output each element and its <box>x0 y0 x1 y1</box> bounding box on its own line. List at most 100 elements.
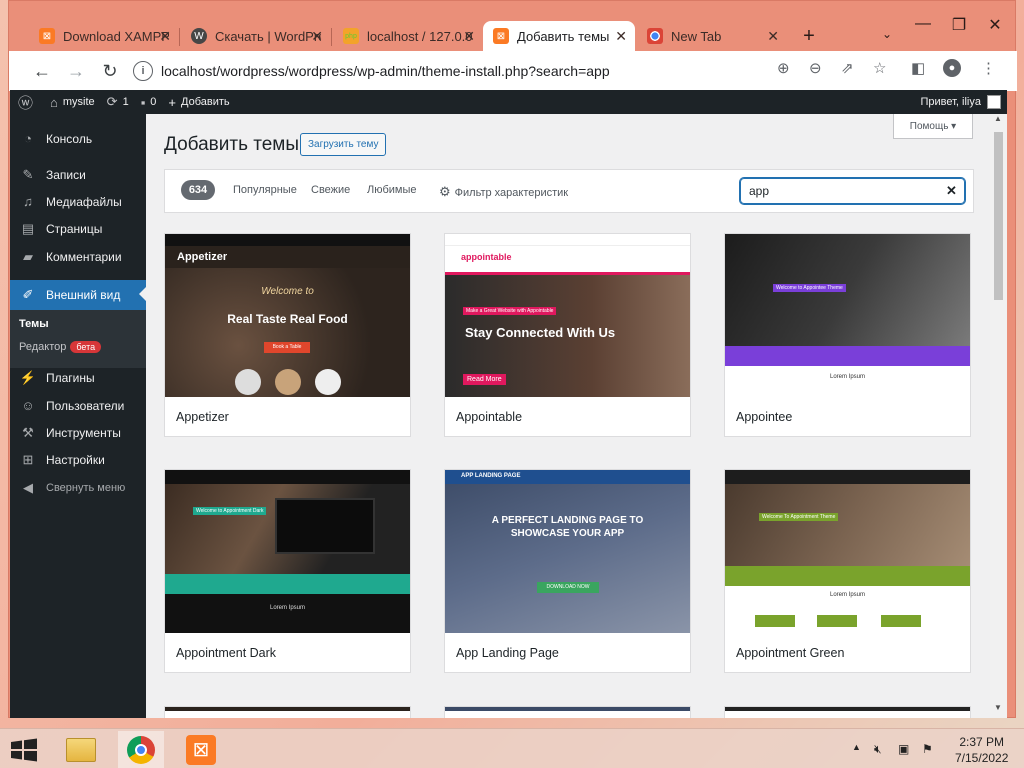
chrome-taskbar-icon[interactable] <box>118 731 164 768</box>
home-icon: ⌂ <box>50 94 58 110</box>
sidebar-item-dashboard[interactable]: ◔ Консоль <box>10 125 146 152</box>
volume-muted-icon[interactable]: 🔇︎ <box>874 742 882 757</box>
updates-icon: ⟳ <box>106 94 118 109</box>
sidebar-item-posts[interactable]: ✎ Записи <box>10 161 146 188</box>
theme-name: Appetizer <box>176 410 229 424</box>
tools-icon: ⚒ <box>22 424 34 440</box>
scroll-up-icon[interactable]: ▲ <box>994 114 1002 123</box>
site-name-link[interactable]: ⌂ mysite <box>50 95 95 110</box>
close-icon[interactable]: ✕ <box>463 28 475 45</box>
close-window-button[interactable]: ✕ <box>977 15 1013 35</box>
filter-tab-favorites[interactable]: Любимые <box>367 184 417 196</box>
theme-screenshot: APP LANDING PAGE A PERFECT LANDING PAGE … <box>445 470 690 633</box>
scroll-down-icon[interactable]: ▼ <box>994 703 1002 712</box>
main-content: Помощь ▾ Добавить темы Загрузить тему 63… <box>146 114 990 718</box>
sidebar-item-pages[interactable]: ▤ Страницы <box>10 215 146 242</box>
network-icon[interactable]: ▣ <box>898 742 909 756</box>
wordpress-logo-icon[interactable]: ⓦ <box>18 92 38 113</box>
back-icon[interactable]: ← <box>27 56 57 86</box>
reload-icon[interactable]: ↻ <box>95 56 125 86</box>
system-clock[interactable]: 2:37 PM 7/15/2022 <box>955 734 1008 766</box>
updates-link[interactable]: ⟳ 1 <box>107 94 129 110</box>
tab-phpmyadmin[interactable]: php localhost / 127.0.0.1 ✕ <box>333 21 483 51</box>
theme-screenshot: Welcome To Appointment Theme Lorem Ipsum <box>725 470 970 633</box>
xampp-icon: ⊠ <box>493 28 509 44</box>
sidebar-item-comments[interactable]: ▰ Комментарии <box>10 243 146 270</box>
theme-search-input[interactable]: app <box>740 178 965 204</box>
new-tab-button[interactable]: + <box>791 25 827 48</box>
settings-icon: ⊞ <box>22 451 34 467</box>
chrome-icon <box>647 28 663 44</box>
sidebar-item-users[interactable]: ☺ Пользователи <box>10 392 146 419</box>
scrollbar-thumb[interactable] <box>994 132 1003 300</box>
side-panel-icon[interactable]: ◧ <box>911 59 925 77</box>
show-hidden-icons[interactable]: ▲ <box>852 742 861 752</box>
my-account-link[interactable]: Привет, iliya <box>920 95 1001 109</box>
submenu-editor[interactable]: Редактор бета <box>19 341 102 353</box>
info-icon[interactable]: i <box>133 61 153 81</box>
comments-link[interactable]: ▪ 0 <box>141 95 157 110</box>
theme-card-partial[interactable] <box>164 706 411 718</box>
page-scrollbar[interactable]: ▲ ▼ <box>990 114 1007 718</box>
minimize-button[interactable]: — <box>905 15 941 33</box>
close-icon[interactable]: ✕ <box>311 28 323 45</box>
tab-search-icon[interactable]: ⌄ <box>869 27 905 41</box>
plugins-icon: ⚡ <box>19 369 37 385</box>
theme-card-app-landing-page[interactable]: APP LANDING PAGE A PERFECT LANDING PAGE … <box>444 469 691 673</box>
media-icon: ♫ <box>23 194 33 209</box>
tab-new-tab[interactable]: New Tab ✕ <box>637 21 787 51</box>
close-icon[interactable]: ✕ <box>615 28 627 45</box>
theme-card-appointable[interactable]: appointable Make a Great Website with Ap… <box>444 233 691 437</box>
menu-kebab-icon[interactable]: ⋮ <box>981 59 996 77</box>
zoom-icon[interactable]: ⊖ <box>809 59 822 77</box>
theme-card-appointment-dark[interactable]: Welcome to Appointment Dark Lorem Ipsum … <box>164 469 411 673</box>
translate-icon[interactable]: ⊕ <box>777 59 790 77</box>
add-new-link[interactable]: + Добавить <box>168 95 229 110</box>
xampp-taskbar-icon[interactable]: ⊠ <box>178 731 224 768</box>
submenu-themes[interactable]: Темы <box>19 318 49 330</box>
windows-start-icon[interactable] <box>10 738 38 762</box>
theme-brand: Appetizer <box>177 251 228 263</box>
file-explorer-taskbar-icon[interactable] <box>58 731 104 768</box>
pin-icon: ✎ <box>22 166 34 182</box>
theme-count-badge: 634 <box>181 180 215 200</box>
share-icon[interactable]: ⇗ <box>841 59 854 77</box>
sidebar-item-media[interactable]: ♫ Медиафайлы <box>10 188 146 215</box>
filter-tab-popular[interactable]: Популярные <box>233 184 297 196</box>
theme-card-appointment-green[interactable]: Welcome To Appointment Theme Lorem Ipsum… <box>724 469 971 673</box>
collapse-menu-button[interactable]: ◀ Свернуть меню <box>10 474 146 501</box>
admin-sidebar: ◔ Консоль ✎ Записи ♫ Медиафайлы ▤ Страницы ▰… <box>10 114 146 718</box>
profile-avatar-icon[interactable]: ● <box>943 59 961 77</box>
help-button[interactable]: Помощь ▾ <box>893 114 973 139</box>
theme-brand: appointable <box>461 252 512 262</box>
feature-filter-button[interactable]: ⚙ Фильтр характеристик <box>439 184 568 200</box>
forward-icon[interactable]: → <box>61 56 91 86</box>
tab-add-themes[interactable]: ⊠ Добавить темы ✕ <box>483 21 635 51</box>
tab-strip: ⊠ Download XAMPP ✕ W Скачать | WordPress… <box>9 15 1017 51</box>
close-icon[interactable]: ✕ <box>159 28 171 45</box>
theme-name: Appointment Green <box>736 646 845 660</box>
sidebar-item-plugins[interactable]: ⚡ Плагины <box>10 364 146 391</box>
browser-toolbar: ← → ↻ i localhost/wordpress/wordpress/wp… <box>9 51 1017 91</box>
users-icon: ☺ <box>21 398 35 413</box>
action-center-icon[interactable]: ⚑ <box>922 742 933 756</box>
theme-card-partial[interactable] <box>444 706 691 718</box>
appearance-submenu: Темы Редактор бета <box>10 310 146 368</box>
theme-card-appetizer[interactable]: Appetizer Welcome to Real Taste Real Foo… <box>164 233 411 437</box>
comment-icon: ▪ <box>140 94 146 110</box>
windows-taskbar: ⊠ ▲ 🔇︎ ▣ ⚑ 2:37 PM 7/15/2022 <box>0 728 1024 768</box>
sidebar-item-tools[interactable]: ⚒ Инструменты <box>10 419 146 446</box>
close-icon[interactable]: ✕ <box>767 28 779 45</box>
restore-button[interactable]: ❐ <box>941 15 977 35</box>
sidebar-item-settings[interactable]: ⊞ Настройки <box>10 446 146 473</box>
bookmark-star-icon[interactable]: ☆ <box>873 59 886 77</box>
filter-tab-latest[interactable]: Свежие <box>311 184 350 196</box>
upload-theme-button[interactable]: Загрузить тему <box>300 133 387 156</box>
clear-search-icon[interactable]: ✕ <box>946 183 957 199</box>
tab-download-xampp[interactable]: ⊠ Download XAMPP ✕ <box>29 21 179 51</box>
pages-icon: ▤ <box>21 220 35 236</box>
theme-card-partial[interactable] <box>724 706 971 718</box>
sidebar-item-appearance[interactable]: ✐ Внешний вид <box>10 280 146 310</box>
theme-card-appointee[interactable]: Welcome to Appointee Theme Lorem Ipsum A… <box>724 233 971 437</box>
tab-wordpress-download[interactable]: W Скачать | WordPress ✕ <box>181 21 331 51</box>
